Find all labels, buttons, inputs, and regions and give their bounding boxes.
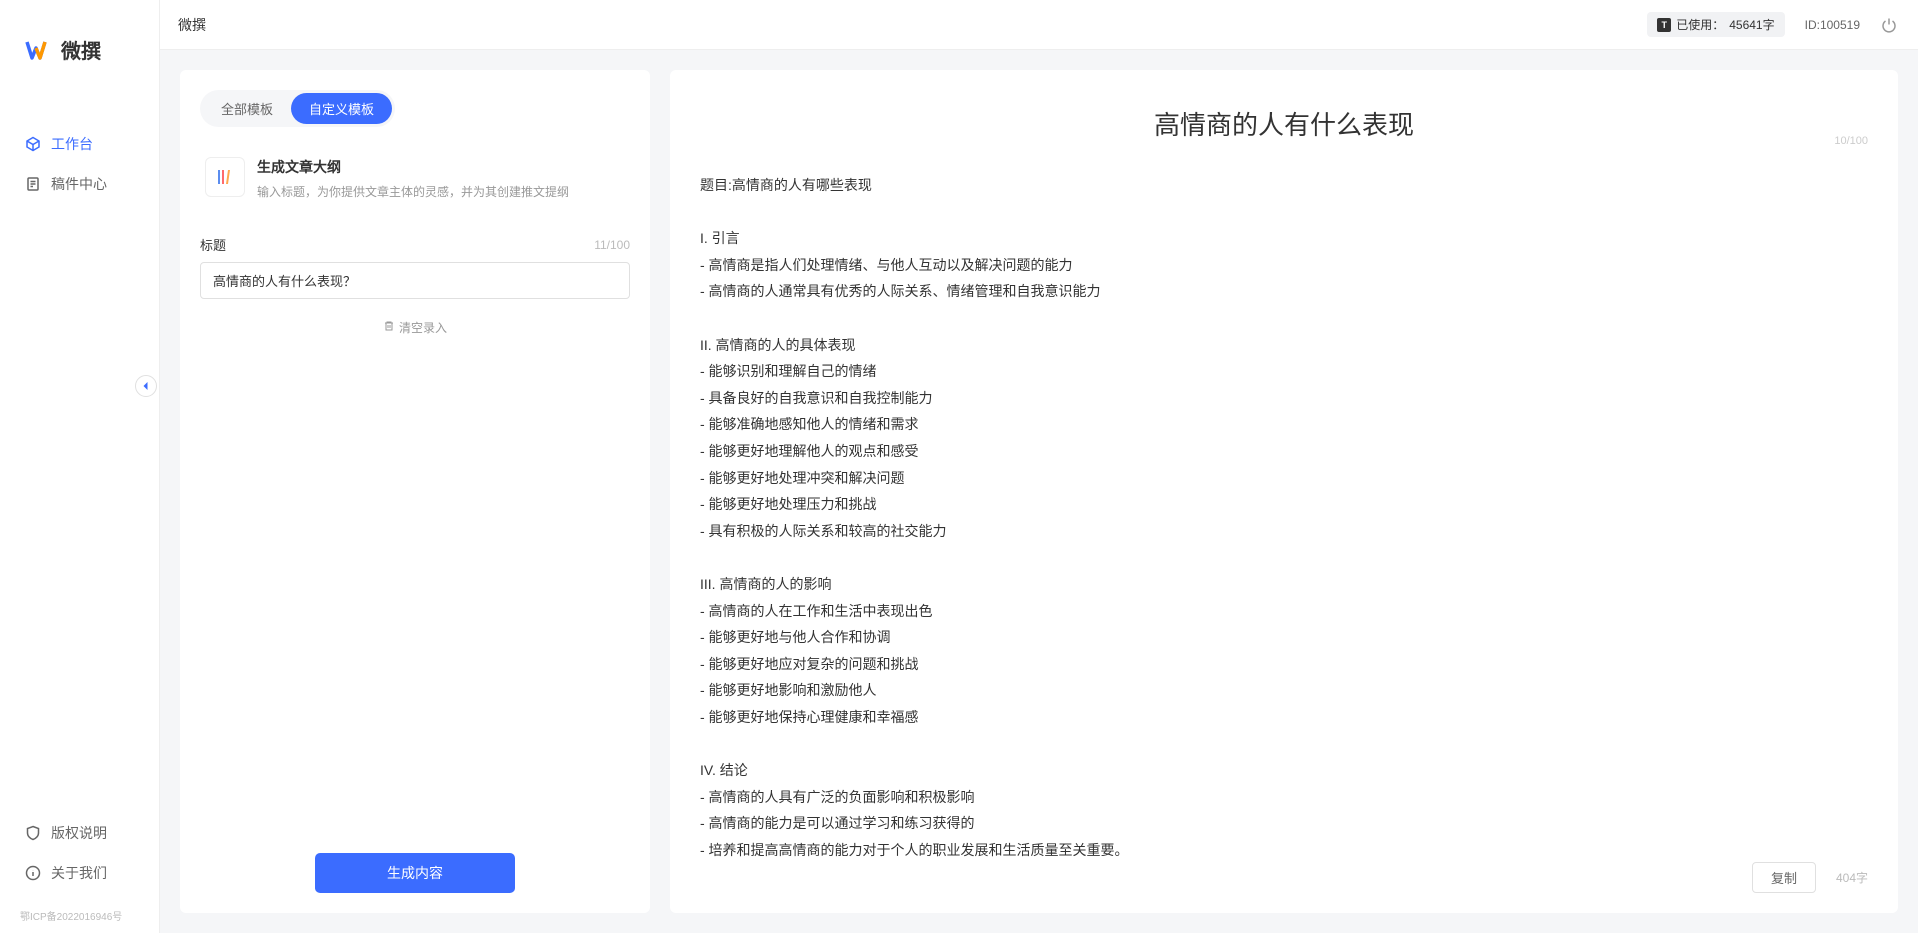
template-title: 生成文章大纲 xyxy=(257,157,569,177)
copy-button[interactable]: 复制 xyxy=(1752,862,1816,893)
generate-button[interactable]: 生成内容 xyxy=(315,853,515,893)
id-value: 100519 xyxy=(1820,18,1860,32)
template-icon xyxy=(205,157,245,197)
user-id: ID:100519 xyxy=(1805,16,1860,34)
sidebar: 微撰 工作台 稿件中心 版权说明 关于我们 鄂ICP备 xyxy=(0,0,160,933)
title-field-label: 标题 xyxy=(200,235,226,254)
page-title: 微撰 xyxy=(178,15,206,35)
power-button[interactable] xyxy=(1880,16,1898,34)
output-word-count: 404字 xyxy=(1836,869,1868,886)
nav-item-workbench[interactable]: 工作台 xyxy=(0,124,159,164)
nav-bottom: 版权说明 关于我们 xyxy=(0,813,159,908)
nav-item-label: 版权说明 xyxy=(51,823,107,843)
clear-button[interactable]: 清空录入 xyxy=(200,319,630,336)
output-title[interactable]: 高情商的人有什么表现 xyxy=(1154,105,1414,142)
output-body[interactable]: 题目:高情商的人有哪些表现 I. 引言 - 高情商是指人们处理情绪、与他人互动以… xyxy=(700,172,1868,863)
nav-item-copyright[interactable]: 版权说明 xyxy=(0,813,159,853)
nav-item-drafts[interactable]: 稿件中心 xyxy=(0,164,159,204)
output-title-count: 10/100 xyxy=(1834,135,1868,147)
icp-text: 鄂ICP备2022016946号 xyxy=(0,908,159,933)
usage-value: 45641字 xyxy=(1729,16,1774,33)
document-icon xyxy=(25,176,41,192)
template-tabs: 全部模板 自定义模板 xyxy=(200,90,395,127)
nav-item-label: 稿件中心 xyxy=(51,174,107,194)
sidebar-collapse-button[interactable] xyxy=(135,375,157,397)
template-card: 生成文章大纲 输入标题，为你提供文章主体的灵感，并为其创建推文提纲 xyxy=(200,147,630,210)
output-panel: 高情商的人有什么表现 10/100 题目:高情商的人有哪些表现 I. 引言 - … xyxy=(670,70,1898,913)
usage-label: 已使用： xyxy=(1676,16,1724,33)
cube-icon xyxy=(25,136,41,152)
logo-icon xyxy=(25,36,53,64)
shield-icon xyxy=(25,825,41,841)
usage-badge[interactable]: T 已使用： 45641字 xyxy=(1647,12,1784,37)
nav-main: 工作台 稿件中心 xyxy=(0,89,159,813)
input-panel: 全部模板 自定义模板 生成文章大纲 输入标题，为你提供文章主体的灵感，并为其创建… xyxy=(180,70,650,913)
nav-item-about[interactable]: 关于我们 xyxy=(0,853,159,893)
tab-all-templates[interactable]: 全部模板 xyxy=(203,93,291,124)
nav-item-label: 工作台 xyxy=(51,134,93,154)
id-label: ID: xyxy=(1805,18,1820,32)
logo-text: 微撰 xyxy=(61,35,101,64)
logo[interactable]: 微撰 xyxy=(0,0,159,89)
title-input[interactable] xyxy=(200,262,630,299)
header: 微撰 T 已使用： 45641字 ID:100519 xyxy=(0,0,1918,50)
trash-icon xyxy=(383,320,395,335)
nav-item-label: 关于我们 xyxy=(51,863,107,883)
template-description: 输入标题，为你提供文章主体的灵感，并为其创建推文提纲 xyxy=(257,183,569,200)
main: 全部模板 自定义模板 生成文章大纲 输入标题，为你提供文章主体的灵感，并为其创建… xyxy=(160,50,1918,933)
tab-custom-template[interactable]: 自定义模板 xyxy=(291,93,392,124)
clear-label: 清空录入 xyxy=(399,319,447,336)
text-icon: T xyxy=(1657,18,1671,32)
info-icon xyxy=(25,865,41,881)
title-char-count: 11/100 xyxy=(594,238,630,252)
